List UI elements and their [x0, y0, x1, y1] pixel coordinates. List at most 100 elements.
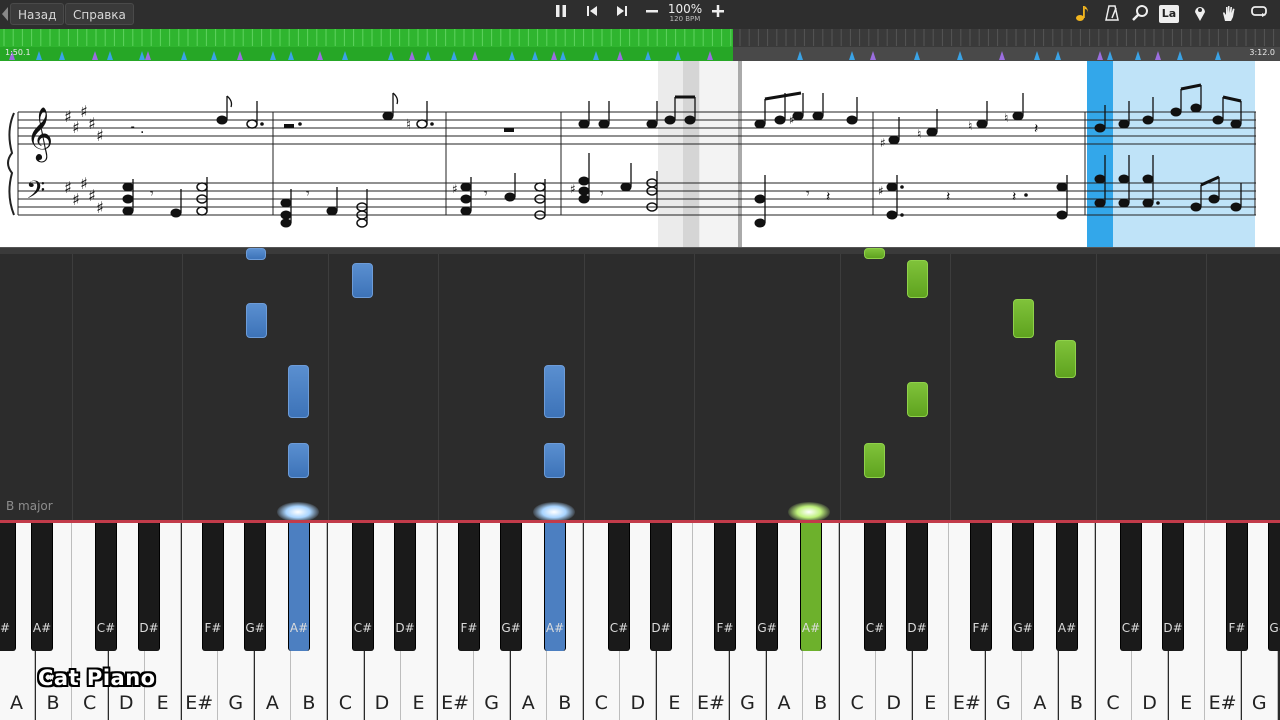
key-label: E [156, 692, 169, 714]
note-marker [1135, 51, 1141, 60]
black-key[interactable]: F# [970, 523, 992, 651]
black-key[interactable]: C# [864, 523, 886, 651]
note-icon[interactable] [1071, 4, 1093, 24]
key-signature-label: B major [6, 499, 53, 513]
key-label: C [82, 692, 97, 714]
falling-note [907, 260, 928, 298]
bass-clef-icon: 𝄢 [26, 176, 45, 211]
black-key[interactable]: C# [608, 523, 630, 651]
pause-icon[interactable] [550, 4, 572, 24]
note-marker [139, 51, 145, 60]
svg-text:𝄽: 𝄽 [946, 189, 950, 205]
skip-start-icon[interactable] [581, 4, 603, 24]
black-key[interactable]: C# [95, 523, 117, 651]
tempo-display: 100% 120 BPM [666, 3, 704, 24]
svg-text:♯: ♯ [96, 126, 104, 145]
back-button[interactable]: Назад [10, 3, 65, 25]
black-key[interactable]: A# [31, 523, 53, 651]
black-key[interactable]: C# [1120, 523, 1142, 651]
note-marker [797, 51, 803, 60]
svg-text:♮: ♮ [917, 127, 921, 141]
black-key[interactable]: A# [1056, 523, 1078, 651]
black-key[interactable]: A# [800, 523, 822, 651]
end-time: 3:12.0 [1249, 48, 1275, 57]
key-label: C# [96, 621, 116, 635]
falling-note [864, 443, 885, 478]
svg-text:♮: ♮ [1004, 111, 1008, 125]
key-label: G# [1013, 621, 1033, 635]
back-arrow-icon[interactable] [2, 7, 8, 21]
minus-icon[interactable] [641, 4, 663, 24]
key-label: E# [1208, 692, 1237, 714]
zoom-icon[interactable] [1130, 4, 1152, 24]
metronome-icon[interactable] [1101, 4, 1123, 24]
black-key[interactable]: F# [458, 523, 480, 651]
falling-note [1013, 299, 1034, 338]
black-key[interactable]: C# [352, 523, 374, 651]
key-label: F# [972, 621, 990, 635]
piano-keyboard[interactable]: A B C D E E# G A B C D E E# G A B C D E E# G A B C D E E# G A B C D E E# G… [0, 520, 1280, 720]
key-label: C# [1121, 621, 1141, 635]
falling-note [246, 303, 267, 338]
label-icon[interactable]: La [1159, 5, 1179, 23]
key-label: D# [395, 621, 415, 635]
falling-note [907, 382, 928, 417]
tempo-percent: 100% [667, 2, 703, 16]
loop-icon[interactable] [1248, 4, 1270, 24]
note-marker [1107, 51, 1113, 60]
key-label: A [777, 692, 791, 714]
black-key[interactable]: F# [202, 523, 224, 651]
svg-text:♮: ♮ [406, 117, 411, 133]
black-key[interactable]: G# [756, 523, 778, 651]
black-key[interactable]: G# [1268, 523, 1280, 651]
sheet-music-score: 𝄞 𝄢 ♯♯♯ ♯♯ ♯♯♯ ♯♯ 𝄼 . 𝄾 ♮ 𝄾 ♯ 𝄾 ♯ 𝄾 ♯ 𝄾 … [7, 61, 1256, 247]
black-key[interactable]: D# [906, 523, 928, 651]
key-label: G [995, 692, 1011, 714]
note-marker [145, 51, 151, 60]
song-progress-bar[interactable]: 1:50.1 3:12.0 [0, 29, 1280, 61]
falling-note [246, 248, 266, 260]
key-label: D# [651, 621, 671, 635]
black-key[interactable]: F# [714, 523, 736, 651]
svg-text:♯: ♯ [64, 178, 72, 197]
note-marker [288, 51, 294, 60]
falling-note [544, 443, 565, 478]
help-button[interactable]: Справка [65, 3, 134, 25]
key-label: D [886, 692, 901, 714]
black-key[interactable]: G# [244, 523, 266, 651]
note-marker [92, 51, 98, 60]
key-label: D [374, 692, 390, 714]
plus-icon[interactable] [707, 4, 729, 24]
svg-text:𝄽: 𝄽 [1034, 121, 1038, 137]
black-key[interactable]: A# [288, 523, 310, 651]
toolbar: Назад Справка 100% 120 BPM La [0, 0, 1280, 30]
key-label: B [1069, 692, 1083, 714]
sheet-music-panel[interactable]: 𝄞 𝄢 ♯ ♯ ♯ ♯ ♯ ♯ ♯ ♯ ♯ ♯ 𝄼 . 𝄾 ♮ 𝄾 ♯ 𝄾 ♯ … [0, 61, 1280, 247]
note-marker [1055, 51, 1061, 60]
black-key[interactable]: F# [1226, 523, 1248, 651]
key-label: A [10, 692, 23, 714]
skip-end-icon[interactable] [611, 4, 633, 24]
key-hit-glow [277, 502, 319, 522]
note-marker [1177, 51, 1183, 60]
key-label: F# [460, 621, 478, 635]
black-key[interactable]: D# [650, 523, 672, 651]
svg-text:♯: ♯ [80, 174, 88, 193]
black-key[interactable]: G# [1012, 523, 1034, 651]
black-key[interactable]: A# [544, 523, 566, 651]
hand-icon[interactable] [1218, 4, 1240, 24]
note-marker [509, 51, 515, 60]
black-key[interactable]: # [0, 523, 16, 651]
svg-text:♯: ♯ [88, 114, 96, 133]
svg-text:♮: ♮ [968, 119, 972, 133]
black-key[interactable]: D# [138, 523, 160, 651]
key-label: B [302, 692, 316, 714]
marker-icon[interactable] [1189, 4, 1211, 24]
black-key[interactable]: D# [1162, 523, 1184, 651]
black-key[interactable]: D# [394, 523, 416, 651]
note-marker [1155, 51, 1161, 60]
key-label: B [814, 692, 828, 714]
key-label: A [1033, 692, 1047, 714]
black-key[interactable]: G# [500, 523, 522, 651]
key-label: A# [289, 621, 309, 635]
